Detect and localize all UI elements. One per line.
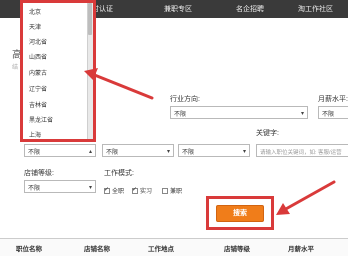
arrow-to-search-icon <box>276 180 336 215</box>
annotation-arrows <box>84 68 336 215</box>
page: 讨认证 兼职专区 名企招聘 淘工作社区 高 结 行业方向: 不限 ▾ 月薪水平:… <box>0 0 348 256</box>
arrow-to-dropdown-icon <box>84 68 154 100</box>
